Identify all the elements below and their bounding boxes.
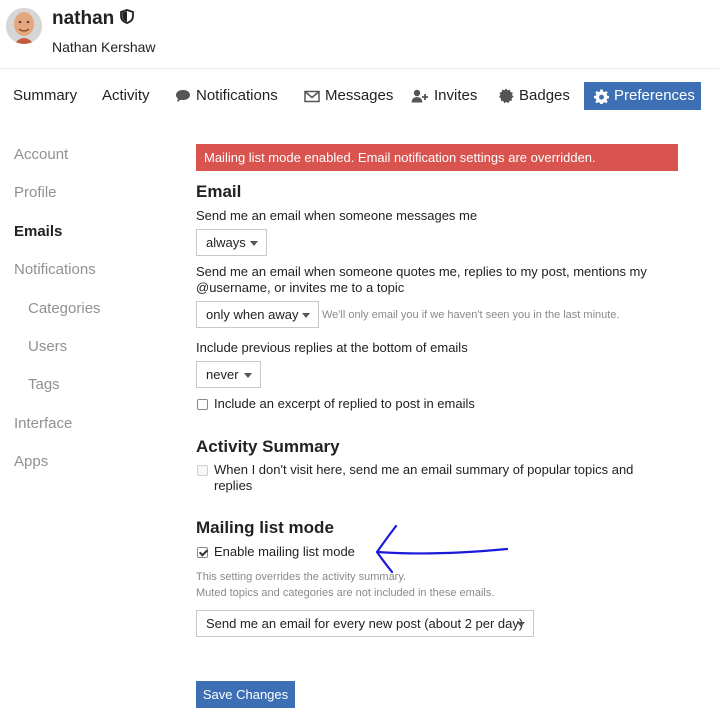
select-value: never bbox=[206, 367, 239, 382]
mailing-list-heading: Mailing list mode bbox=[196, 518, 334, 537]
sidebar-item-users[interactable]: Users bbox=[28, 338, 67, 355]
tab-activity[interactable]: Activity bbox=[102, 82, 150, 110]
save-changes-button[interactable]: Save Changes bbox=[196, 681, 295, 708]
tab-label: Notifications bbox=[196, 87, 278, 104]
email-heading: Email bbox=[196, 182, 242, 201]
mailing-list-alert: Mailing list mode enabled. Email notific… bbox=[196, 144, 678, 171]
username-text: nathan bbox=[52, 8, 115, 29]
user-plus-icon bbox=[411, 89, 429, 103]
mailing-list-checkbox[interactable] bbox=[197, 547, 208, 558]
annotation-arrow-icon bbox=[375, 524, 509, 574]
tab-label: Summary bbox=[13, 87, 78, 104]
quotes-email-label-line2: @username, or invites me to a topic bbox=[196, 280, 405, 295]
previous-replies-label: Include previous replies at the bottom o… bbox=[196, 340, 468, 355]
sidebar-item-apps[interactable]: Apps bbox=[14, 453, 48, 470]
quotes-email-hint: We'll only email you if we haven't seen … bbox=[322, 309, 620, 321]
mailing-list-note-line2: Muted topics and categories are not incl… bbox=[196, 587, 495, 599]
mailing-list-label: Enable mailing list mode bbox=[214, 544, 355, 559]
mailing-list-frequency-select[interactable]: Send me an email for every new post (abo… bbox=[196, 610, 534, 637]
excerpt-label: Include an excerpt of replied to post in… bbox=[214, 396, 475, 411]
quotes-email-select[interactable]: only when away bbox=[196, 301, 319, 328]
chevron-down-icon bbox=[244, 373, 252, 378]
sidebar-item-categories[interactable]: Categories bbox=[28, 300, 101, 317]
quotes-email-label: Send me an email when someone quotes me,… bbox=[196, 264, 647, 296]
tab-label: Messages bbox=[325, 87, 394, 104]
envelope-icon bbox=[304, 90, 320, 103]
sidebar-item-emails[interactable]: Emails bbox=[14, 223, 62, 240]
tab-label: Preferences bbox=[614, 87, 695, 104]
tab-badges[interactable]: Badges bbox=[498, 82, 570, 110]
certificate-icon bbox=[498, 88, 514, 104]
select-value: only when away bbox=[206, 307, 299, 322]
quotes-email-label-line1: Send me an email when someone quotes me,… bbox=[196, 264, 647, 279]
chevron-down-icon bbox=[517, 622, 525, 627]
tab-preferences[interactable]: Preferences bbox=[584, 82, 701, 110]
tab-label: Activity bbox=[102, 87, 150, 104]
sidebar-item-profile[interactable]: Profile bbox=[14, 184, 57, 201]
comment-icon bbox=[175, 89, 191, 103]
username: nathan bbox=[52, 8, 135, 30]
messages-email-label: Send me an email when someone messages m… bbox=[196, 208, 478, 223]
tab-label: Invites bbox=[434, 87, 478, 104]
shield-icon bbox=[120, 8, 135, 30]
sidebar-item-interface[interactable]: Interface bbox=[14, 415, 72, 432]
sidebar-item-tags[interactable]: Tags bbox=[28, 376, 60, 393]
full-name: Nathan Kershaw bbox=[52, 39, 156, 55]
chevron-down-icon bbox=[250, 241, 258, 246]
tab-label: Badges bbox=[519, 87, 570, 104]
excerpt-checkbox[interactable] bbox=[197, 399, 208, 410]
sidebar-item-notifications[interactable]: Notifications bbox=[14, 261, 96, 278]
previous-replies-select[interactable]: never bbox=[196, 361, 261, 388]
activity-summary-heading: Activity Summary bbox=[196, 437, 340, 456]
tab-messages[interactable]: Messages bbox=[304, 82, 393, 110]
sidebar-item-account[interactable]: Account bbox=[14, 146, 68, 163]
select-value: Send me an email for every new post (abo… bbox=[206, 616, 524, 631]
avatar[interactable] bbox=[6, 8, 42, 44]
activity-summary-label-line1: When I don't visit here, send me an emai… bbox=[214, 462, 634, 477]
tab-invites[interactable]: Invites bbox=[411, 82, 477, 110]
messages-email-select[interactable]: always bbox=[196, 229, 267, 256]
header-divider bbox=[0, 68, 719, 69]
tab-notifications[interactable]: Notifications bbox=[175, 82, 278, 110]
activity-summary-checkbox[interactable] bbox=[197, 465, 208, 476]
tab-summary[interactable]: Summary bbox=[13, 82, 77, 110]
activity-summary-label-line2: replies bbox=[214, 478, 253, 493]
select-value: always bbox=[206, 235, 246, 250]
gear-icon bbox=[594, 88, 609, 104]
chevron-down-icon bbox=[302, 313, 310, 318]
activity-summary-label: When I don't visit here, send me an emai… bbox=[214, 462, 633, 494]
